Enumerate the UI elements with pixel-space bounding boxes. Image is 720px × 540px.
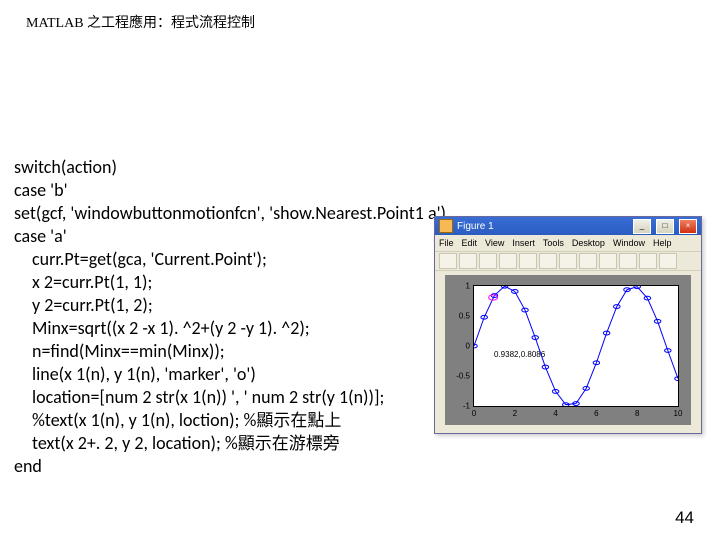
code-line: curr.Pt=get(gca, 'Current.Point'); (14, 248, 446, 271)
ytick: 1 (452, 282, 470, 291)
code-line: switch(action) (14, 156, 446, 179)
code-line: n=find(Minx==min(Minx)); (14, 340, 446, 363)
toolbar-button[interactable] (659, 253, 677, 269)
xtick: 8 (635, 409, 639, 418)
menu-file[interactable]: File (439, 238, 454, 248)
code-fragment: text(x 2+. 2, y 2, location); % (32, 432, 238, 454)
maximize-button[interactable]: □ (656, 219, 674, 234)
toolbar-button[interactable] (599, 253, 617, 269)
plot-area: 1 0.5 0 -0.5 -1 0 2 4 6 8 10 0.9382,0.80… (445, 275, 691, 425)
code-line: Minx=sqrt((x 2 -x 1). ^2+(y 2 -y 1). ^2)… (14, 317, 446, 340)
xtick: 10 (674, 409, 683, 418)
toolbar-button[interactable] (459, 253, 477, 269)
figure-title: Figure 1 (457, 221, 494, 232)
ytick: 0 (452, 342, 470, 351)
matlab-figure-window: Figure 1 _ □ × File Edit View Insert Too… (434, 216, 702, 434)
toolbar-button[interactable] (639, 253, 657, 269)
code-line: line(x 1(n), y 1(n), 'marker', 'o') (14, 363, 446, 386)
code-line: text(x 2+. 2, y 2, location); %顯示在游標旁 (14, 432, 446, 455)
xtick: 2 (513, 409, 517, 418)
menu-help[interactable]: Help (653, 238, 672, 248)
xtick: 4 (553, 409, 557, 418)
menu-edit[interactable]: Edit (462, 238, 478, 248)
toolbar-button[interactable] (479, 253, 497, 269)
toolbar-button[interactable] (539, 253, 557, 269)
figure-menubar[interactable]: File Edit View Insert Tools Desktop Wind… (435, 235, 701, 252)
code-comment-cjk: 顯示在點上 (256, 411, 341, 430)
code-line: %text(x 1(n), y 1(n), loction); %顯示在點上 (14, 409, 446, 432)
chart-svg (474, 286, 678, 406)
slide: MATLAB 之工程應用：程式流程控制 switch(action) case … (0, 0, 720, 540)
menu-desktop[interactable]: Desktop (572, 238, 605, 248)
toolbar-button[interactable] (439, 253, 457, 269)
code-fragment: %text(x 1(n), y 1(n), loction); % (32, 409, 256, 431)
toolbar-button[interactable] (519, 253, 537, 269)
code-line: case 'a' (14, 225, 446, 248)
minimize-button[interactable]: _ (633, 219, 651, 234)
toolbar-button[interactable] (499, 253, 517, 269)
matlab-icon (439, 219, 453, 233)
toolbar-button[interactable] (579, 253, 597, 269)
code-block: switch(action) case 'b' set(gcf, 'window… (14, 156, 446, 478)
axes[interactable]: 1 0.5 0 -0.5 -1 0 2 4 6 8 10 0.9382,0.80… (473, 285, 679, 407)
code-line: case 'b' (14, 179, 446, 202)
code-comment-cjk: 顯示在游標旁 (238, 434, 340, 453)
code-line: location=[num 2 str(x 1(n)) ', ' num 2 s… (14, 386, 446, 409)
toolbar-button[interactable] (559, 253, 577, 269)
code-line: x 2=curr.Pt(1, 1); (14, 271, 446, 294)
ytick: -1 (452, 402, 470, 411)
code-line: y 2=curr.Pt(1, 2); (14, 294, 446, 317)
xtick: 0 (472, 409, 476, 418)
ytick: -0.5 (452, 372, 470, 381)
close-button[interactable]: × (679, 219, 697, 234)
figure-titlebar[interactable]: Figure 1 _ □ × (435, 217, 701, 235)
menu-view[interactable]: View (485, 238, 504, 248)
slide-header: MATLAB 之工程應用：程式流程控制 (26, 12, 255, 32)
code-line: end (14, 455, 446, 478)
code-line: set(gcf, 'windowbuttonmotionfcn', 'show.… (14, 202, 446, 225)
page-number: 44 (675, 508, 694, 528)
figure-toolbar[interactable] (435, 252, 701, 271)
toolbar-button[interactable] (619, 253, 637, 269)
menu-tools[interactable]: Tools (543, 238, 564, 248)
menu-window[interactable]: Window (613, 238, 645, 248)
ytick: 0.5 (452, 312, 470, 321)
xtick: 6 (594, 409, 598, 418)
menu-insert[interactable]: Insert (512, 238, 535, 248)
slide-title: MATLAB 之工程應用：程式流程控制 (26, 16, 255, 31)
